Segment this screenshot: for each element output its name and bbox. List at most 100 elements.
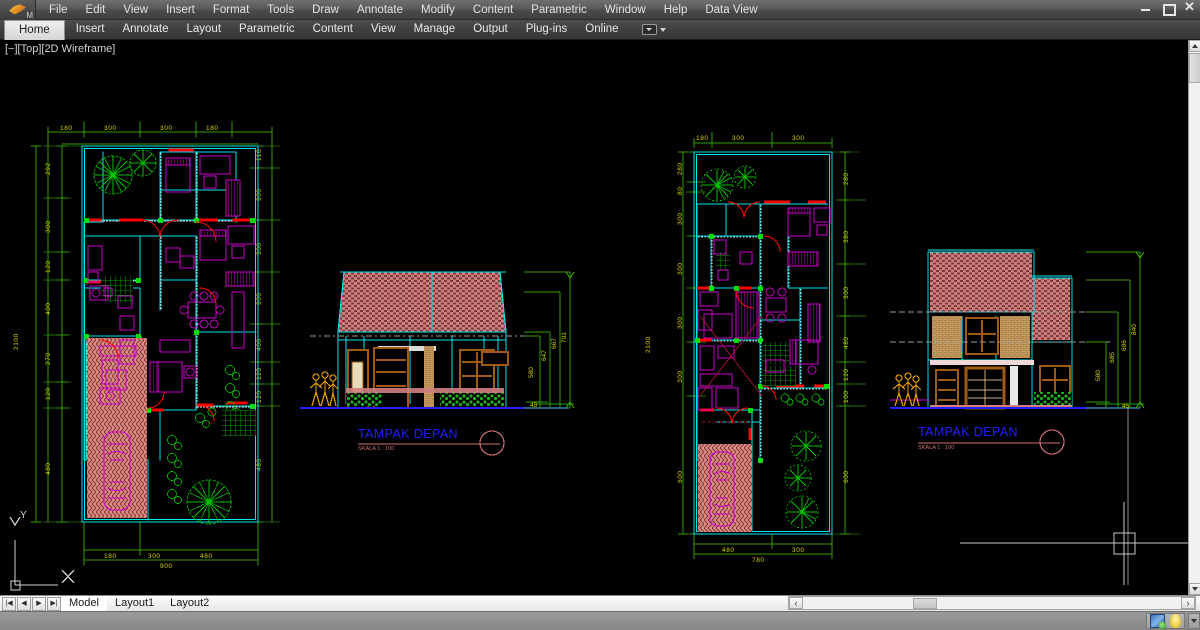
svg-text:180: 180 xyxy=(206,125,219,132)
menu-item-view[interactable]: View xyxy=(114,1,157,19)
svg-text:180: 180 xyxy=(696,135,709,142)
tab-insert[interactable]: Insert xyxy=(67,20,114,39)
tile-hatch xyxy=(101,276,133,302)
menu-item-insert[interactable]: Insert xyxy=(157,1,204,19)
application-menu-button[interactable]: M xyxy=(0,0,36,20)
floorplan-left: 180 300 300 180 2100 292 300 120 400 270… xyxy=(13,121,281,570)
tab-layout[interactable]: Layout xyxy=(178,20,231,39)
tab-output[interactable]: Output xyxy=(464,20,517,39)
svg-text:300: 300 xyxy=(256,242,263,255)
svg-text:685: 685 xyxy=(1109,352,1116,363)
menu-bar: M File Edit View Insert Format Tools Dra… xyxy=(0,0,1200,20)
last-page-icon[interactable]: ▶| xyxy=(47,596,61,611)
model-letter-label: M xyxy=(26,10,33,20)
scroll-right-icon[interactable]: › xyxy=(1181,597,1195,609)
status-tray xyxy=(1146,613,1185,629)
svg-text:120: 120 xyxy=(843,368,850,381)
tray-expand-icon[interactable] xyxy=(1188,613,1200,629)
previous-page-icon[interactable]: ◀ xyxy=(17,596,31,611)
tab-content[interactable]: Content xyxy=(304,20,362,39)
svg-text:480: 480 xyxy=(200,553,213,560)
svg-text:300: 300 xyxy=(677,316,684,329)
svg-text:780: 780 xyxy=(752,557,765,564)
roof-hatch xyxy=(338,272,506,332)
close-icon[interactable]: ✕ xyxy=(1183,0,1196,14)
layout-nav-buttons: |◀ ◀ ▶ ▶| xyxy=(0,596,61,611)
menu-item-window[interactable]: Window xyxy=(596,1,655,19)
menu-item-data-view[interactable]: Data View xyxy=(696,1,766,19)
menu-item-format[interactable]: Format xyxy=(204,1,258,19)
svg-text:45: 45 xyxy=(1122,403,1130,410)
svg-text:2100: 2100 xyxy=(645,336,652,353)
vertical-scrollbar[interactable] xyxy=(1188,40,1200,595)
crosshair-cursor xyxy=(960,502,1188,585)
horizontal-scroll-thumb[interactable] xyxy=(913,598,937,609)
ribbon-tab-bar: Home Insert Annotate Layout Parametric C… xyxy=(0,19,1200,40)
window-controls: ✕ xyxy=(1139,0,1196,16)
panel-dropdown-icon[interactable] xyxy=(641,24,657,35)
svg-text:SKALA 1 : 100: SKALA 1 : 100 xyxy=(918,445,954,451)
menu-item-content[interactable]: Content xyxy=(464,1,522,19)
menu-item-draw[interactable]: Draw xyxy=(303,1,348,19)
svg-text:480: 480 xyxy=(722,547,735,554)
tab-manage[interactable]: Manage xyxy=(405,20,465,39)
vertical-scroll-thumb[interactable] xyxy=(1189,53,1200,83)
drawing-canvas[interactable]: [−][Top][2D Wireframe] 180 300 300 180 2… xyxy=(0,40,1188,595)
elevation-left: 701 667 647 580 45 TAMPAK DEPAN SKALA 1 … xyxy=(300,271,575,456)
svg-text:900: 900 xyxy=(160,563,173,570)
cad-drawing-svg: 180 300 300 180 2100 292 300 120 400 270… xyxy=(9,121,1188,591)
maximize-icon[interactable] xyxy=(1161,1,1176,16)
tab-parametric[interactable]: Parametric xyxy=(230,20,304,39)
human-figure xyxy=(309,371,339,407)
minimize-icon[interactable] xyxy=(1139,1,1152,14)
tab-online[interactable]: Online xyxy=(576,20,627,39)
svg-text:580: 580 xyxy=(1095,370,1102,381)
scroll-down-icon[interactable] xyxy=(1189,583,1200,595)
layer-manager-icon[interactable] xyxy=(1150,614,1166,629)
tab-plug-ins[interactable]: Plug-ins xyxy=(517,20,577,39)
next-page-icon[interactable]: ▶ xyxy=(32,596,46,611)
autocad-a-logo-icon xyxy=(9,4,26,15)
tab-home[interactable]: Home xyxy=(4,19,65,40)
menu-item-help[interactable]: Help xyxy=(655,1,697,19)
svg-text:270: 270 xyxy=(45,352,52,365)
menu-item-tools[interactable]: Tools xyxy=(258,1,303,19)
svg-text:110: 110 xyxy=(256,149,263,161)
svg-text:667: 667 xyxy=(551,338,558,349)
tab-layout1[interactable]: Layout1 xyxy=(107,596,162,611)
svg-text:647: 647 xyxy=(541,350,548,361)
first-page-icon[interactable]: |◀ xyxy=(2,596,16,611)
svg-text:300: 300 xyxy=(160,125,173,132)
scroll-left-icon[interactable]: ‹ xyxy=(789,597,803,609)
svg-text:380: 380 xyxy=(843,230,850,243)
svg-text:480: 480 xyxy=(843,336,850,349)
svg-text:300: 300 xyxy=(677,262,684,275)
tab-model[interactable]: Model xyxy=(61,596,107,611)
svg-text:600: 600 xyxy=(677,470,684,483)
svg-text:400: 400 xyxy=(45,302,52,315)
svg-text:120: 120 xyxy=(256,390,263,403)
lightbulb-icon[interactable] xyxy=(1170,614,1181,628)
menu-item-annotate[interactable]: Annotate xyxy=(348,1,412,19)
menu-item-parametric[interactable]: Parametric xyxy=(522,1,596,19)
svg-text:300: 300 xyxy=(792,547,805,554)
svg-text:280: 280 xyxy=(677,162,684,175)
elevation-title-right: TAMPAK DEPAN SKALA 1 : 100 xyxy=(918,425,1065,455)
svg-text:SKALA 1 : 100: SKALA 1 : 100 xyxy=(358,446,394,452)
menu-item-modify[interactable]: Modify xyxy=(412,1,464,19)
tab-view[interactable]: View xyxy=(362,20,405,39)
svg-text:300: 300 xyxy=(732,135,745,142)
tab-annotate[interactable]: Annotate xyxy=(113,20,177,39)
tab-layout2[interactable]: Layout2 xyxy=(162,596,217,611)
horizontal-scrollbar[interactable]: ‹ › xyxy=(788,596,1196,610)
ribbon-panel-dropdown[interactable] xyxy=(641,24,666,35)
chevron-down-icon[interactable] xyxy=(659,27,666,32)
svg-text:480: 480 xyxy=(256,458,263,471)
status-bar xyxy=(0,611,1200,630)
svg-text:696: 696 xyxy=(1121,340,1128,351)
svg-text:300: 300 xyxy=(148,553,161,560)
scroll-up-icon[interactable] xyxy=(1189,40,1200,52)
menu-item-edit[interactable]: Edit xyxy=(77,1,115,19)
svg-text:300: 300 xyxy=(843,286,850,299)
menu-item-file[interactable]: File xyxy=(40,1,77,19)
